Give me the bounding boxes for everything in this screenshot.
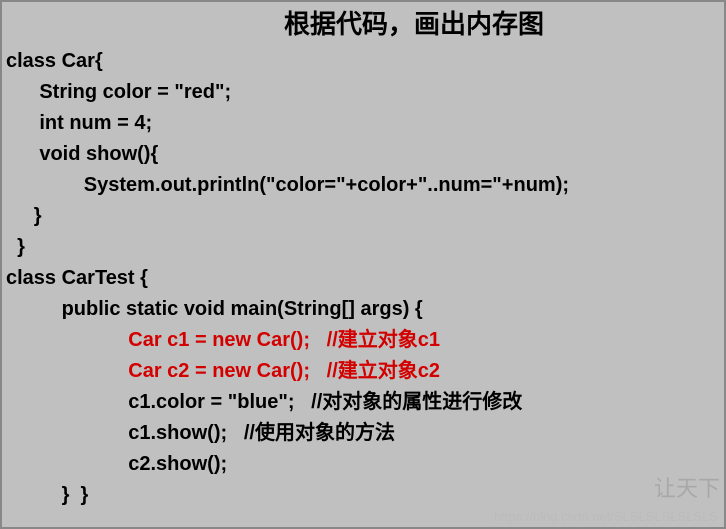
code-text: c1.show(); xyxy=(128,422,244,444)
slide-title: 根据代码，画出内存图 xyxy=(284,4,724,44)
code-line: class Car{ xyxy=(6,46,724,77)
indent xyxy=(6,391,128,413)
code-line: c1.color = "blue"; //对对象的属性进行修改 xyxy=(6,387,724,418)
code-line: } xyxy=(6,201,724,232)
code-line: c2.show(); xyxy=(6,449,724,480)
code-line-highlight: Car c2 = new Car(); //建立对象c2 xyxy=(6,356,724,387)
code-line: String color = "red"; xyxy=(6,77,724,108)
code-line-highlight: Car c1 = new Car(); //建立对象c1 xyxy=(6,325,724,356)
code-line: System.out.println("color="+color+"..num… xyxy=(6,170,724,201)
code-text: c1.color = "blue"; xyxy=(128,391,311,413)
indent xyxy=(6,422,128,444)
code-line: } xyxy=(6,232,724,263)
code-line: class CarTest { xyxy=(6,263,724,294)
code-line: int num = 4; xyxy=(6,108,724,139)
watermark-text: 让天下 xyxy=(654,471,720,503)
code-comment: //使用对象的方法 xyxy=(244,422,395,444)
code-line: c1.show(); //使用对象的方法 xyxy=(6,418,724,449)
code-comment: //对对象的属性进行修改 xyxy=(311,391,522,413)
code-line: public static void main(String[] args) { xyxy=(6,294,724,325)
code-line: void show(){ xyxy=(6,139,724,170)
source-url: https://blog.csdn.net/SLSLSLSLSLSLS xyxy=(494,509,718,524)
code-slide: 根据代码，画出内存图 class Car{ String color = "re… xyxy=(2,2,724,511)
code-line: } } xyxy=(6,480,724,511)
